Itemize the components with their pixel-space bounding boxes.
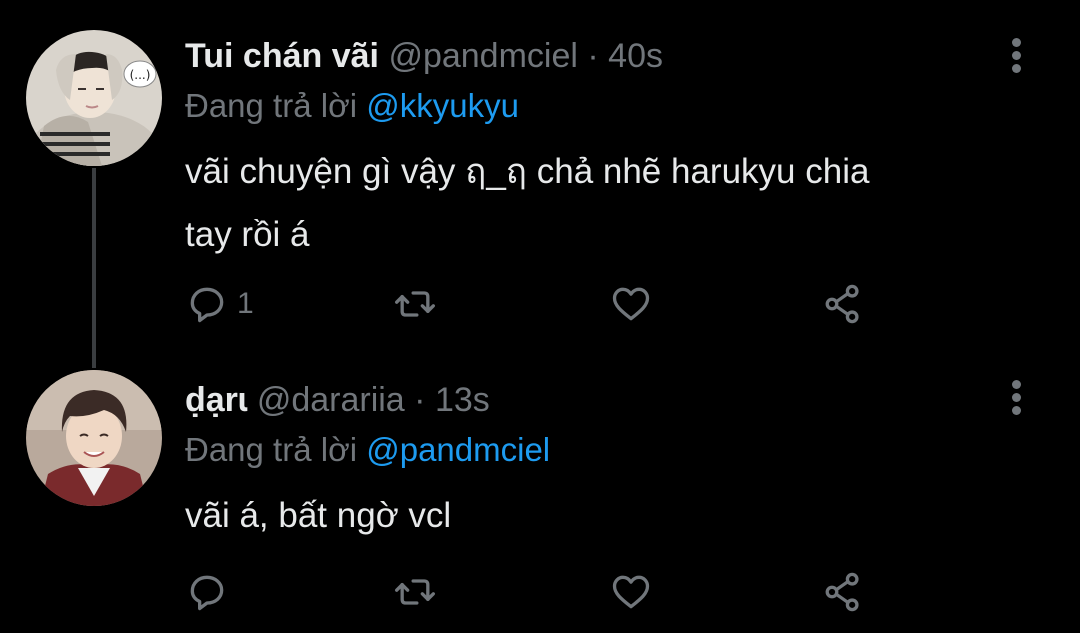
display-name[interactable]: Tui chán vãi bbox=[185, 37, 379, 75]
reply-count: 1 bbox=[237, 287, 254, 320]
mention-link[interactable]: @pandmciel bbox=[366, 431, 550, 468]
tweet-text-line: tay rồi á bbox=[185, 215, 310, 254]
action-bar bbox=[185, 568, 885, 616]
tweet-header: Tui chán vãi @pandmciel · 40s bbox=[185, 34, 1020, 78]
share-icon bbox=[825, 284, 859, 324]
tweet-text-line: vãi chuyện gì vậy ฤ_ฤ chả nhẽ harukyu ch… bbox=[185, 152, 870, 191]
retweet-icon bbox=[395, 579, 435, 605]
reply-icon bbox=[190, 575, 224, 611]
share-button[interactable] bbox=[821, 568, 865, 616]
separator-dot: · bbox=[587, 37, 599, 75]
action-bar: 1 bbox=[185, 280, 885, 328]
display-name[interactable]: ḍạrɩ bbox=[185, 381, 247, 419]
user-handle[interactable]: @darariia bbox=[257, 381, 405, 419]
retweet-icon bbox=[395, 291, 435, 317]
tweet-1[interactable]: (...) Tui chán vãi @pandmciel · 40s Đang… bbox=[0, 0, 1080, 350]
tweet-content: Tui chán vãi @pandmciel · 40s Đang trả l… bbox=[185, 34, 1020, 266]
replying-to: Đang trả lời @pandmciel bbox=[185, 428, 1020, 472]
retweet-button[interactable] bbox=[393, 568, 437, 616]
user-handle[interactable]: @pandmciel bbox=[388, 37, 578, 75]
avatar-bubble-text: (...) bbox=[130, 68, 151, 82]
like-button[interactable] bbox=[609, 280, 653, 328]
reply-button[interactable] bbox=[185, 568, 237, 616]
tweet-2[interactable]: ḍạrɩ @darariia · 13s Đang trả lời @pandm… bbox=[0, 350, 1080, 633]
more-options-icon[interactable] bbox=[1010, 38, 1022, 78]
tweet-content: ḍạrɩ @darariia · 13s Đang trả lời @pandm… bbox=[185, 378, 1020, 547]
replying-to: Đang trả lời @kkyukyu bbox=[185, 84, 1020, 128]
timestamp[interactable]: 13s bbox=[435, 381, 490, 419]
reply-button[interactable]: 1 bbox=[185, 280, 254, 328]
reply-icon bbox=[190, 287, 224, 323]
avatar[interactable] bbox=[26, 370, 162, 506]
timestamp[interactable]: 40s bbox=[608, 37, 663, 75]
tweet-header: ḍạrɩ @darariia · 13s bbox=[185, 378, 1020, 422]
separator-dot: · bbox=[414, 381, 426, 419]
mention-link[interactable]: @kkyukyu bbox=[366, 87, 519, 124]
like-icon bbox=[612, 287, 650, 321]
share-button[interactable] bbox=[821, 280, 865, 328]
like-icon bbox=[612, 575, 650, 609]
avatar[interactable]: (...) bbox=[26, 30, 162, 166]
like-button[interactable] bbox=[609, 568, 653, 616]
tweet-text-line: vãi á, bất ngờ vcl bbox=[185, 496, 452, 535]
more-options-icon[interactable] bbox=[1010, 380, 1022, 420]
replying-to-label: Đang trả lời bbox=[185, 87, 358, 124]
tweet-text: vãi á, bất ngờ vcl bbox=[185, 484, 1020, 547]
share-icon bbox=[825, 572, 859, 612]
retweet-button[interactable] bbox=[393, 280, 437, 328]
tweet-text: vãi chuyện gì vậy ฤ_ฤ chả nhẽ harukyu ch… bbox=[185, 140, 1020, 266]
replying-to-label: Đang trả lời bbox=[185, 431, 358, 468]
